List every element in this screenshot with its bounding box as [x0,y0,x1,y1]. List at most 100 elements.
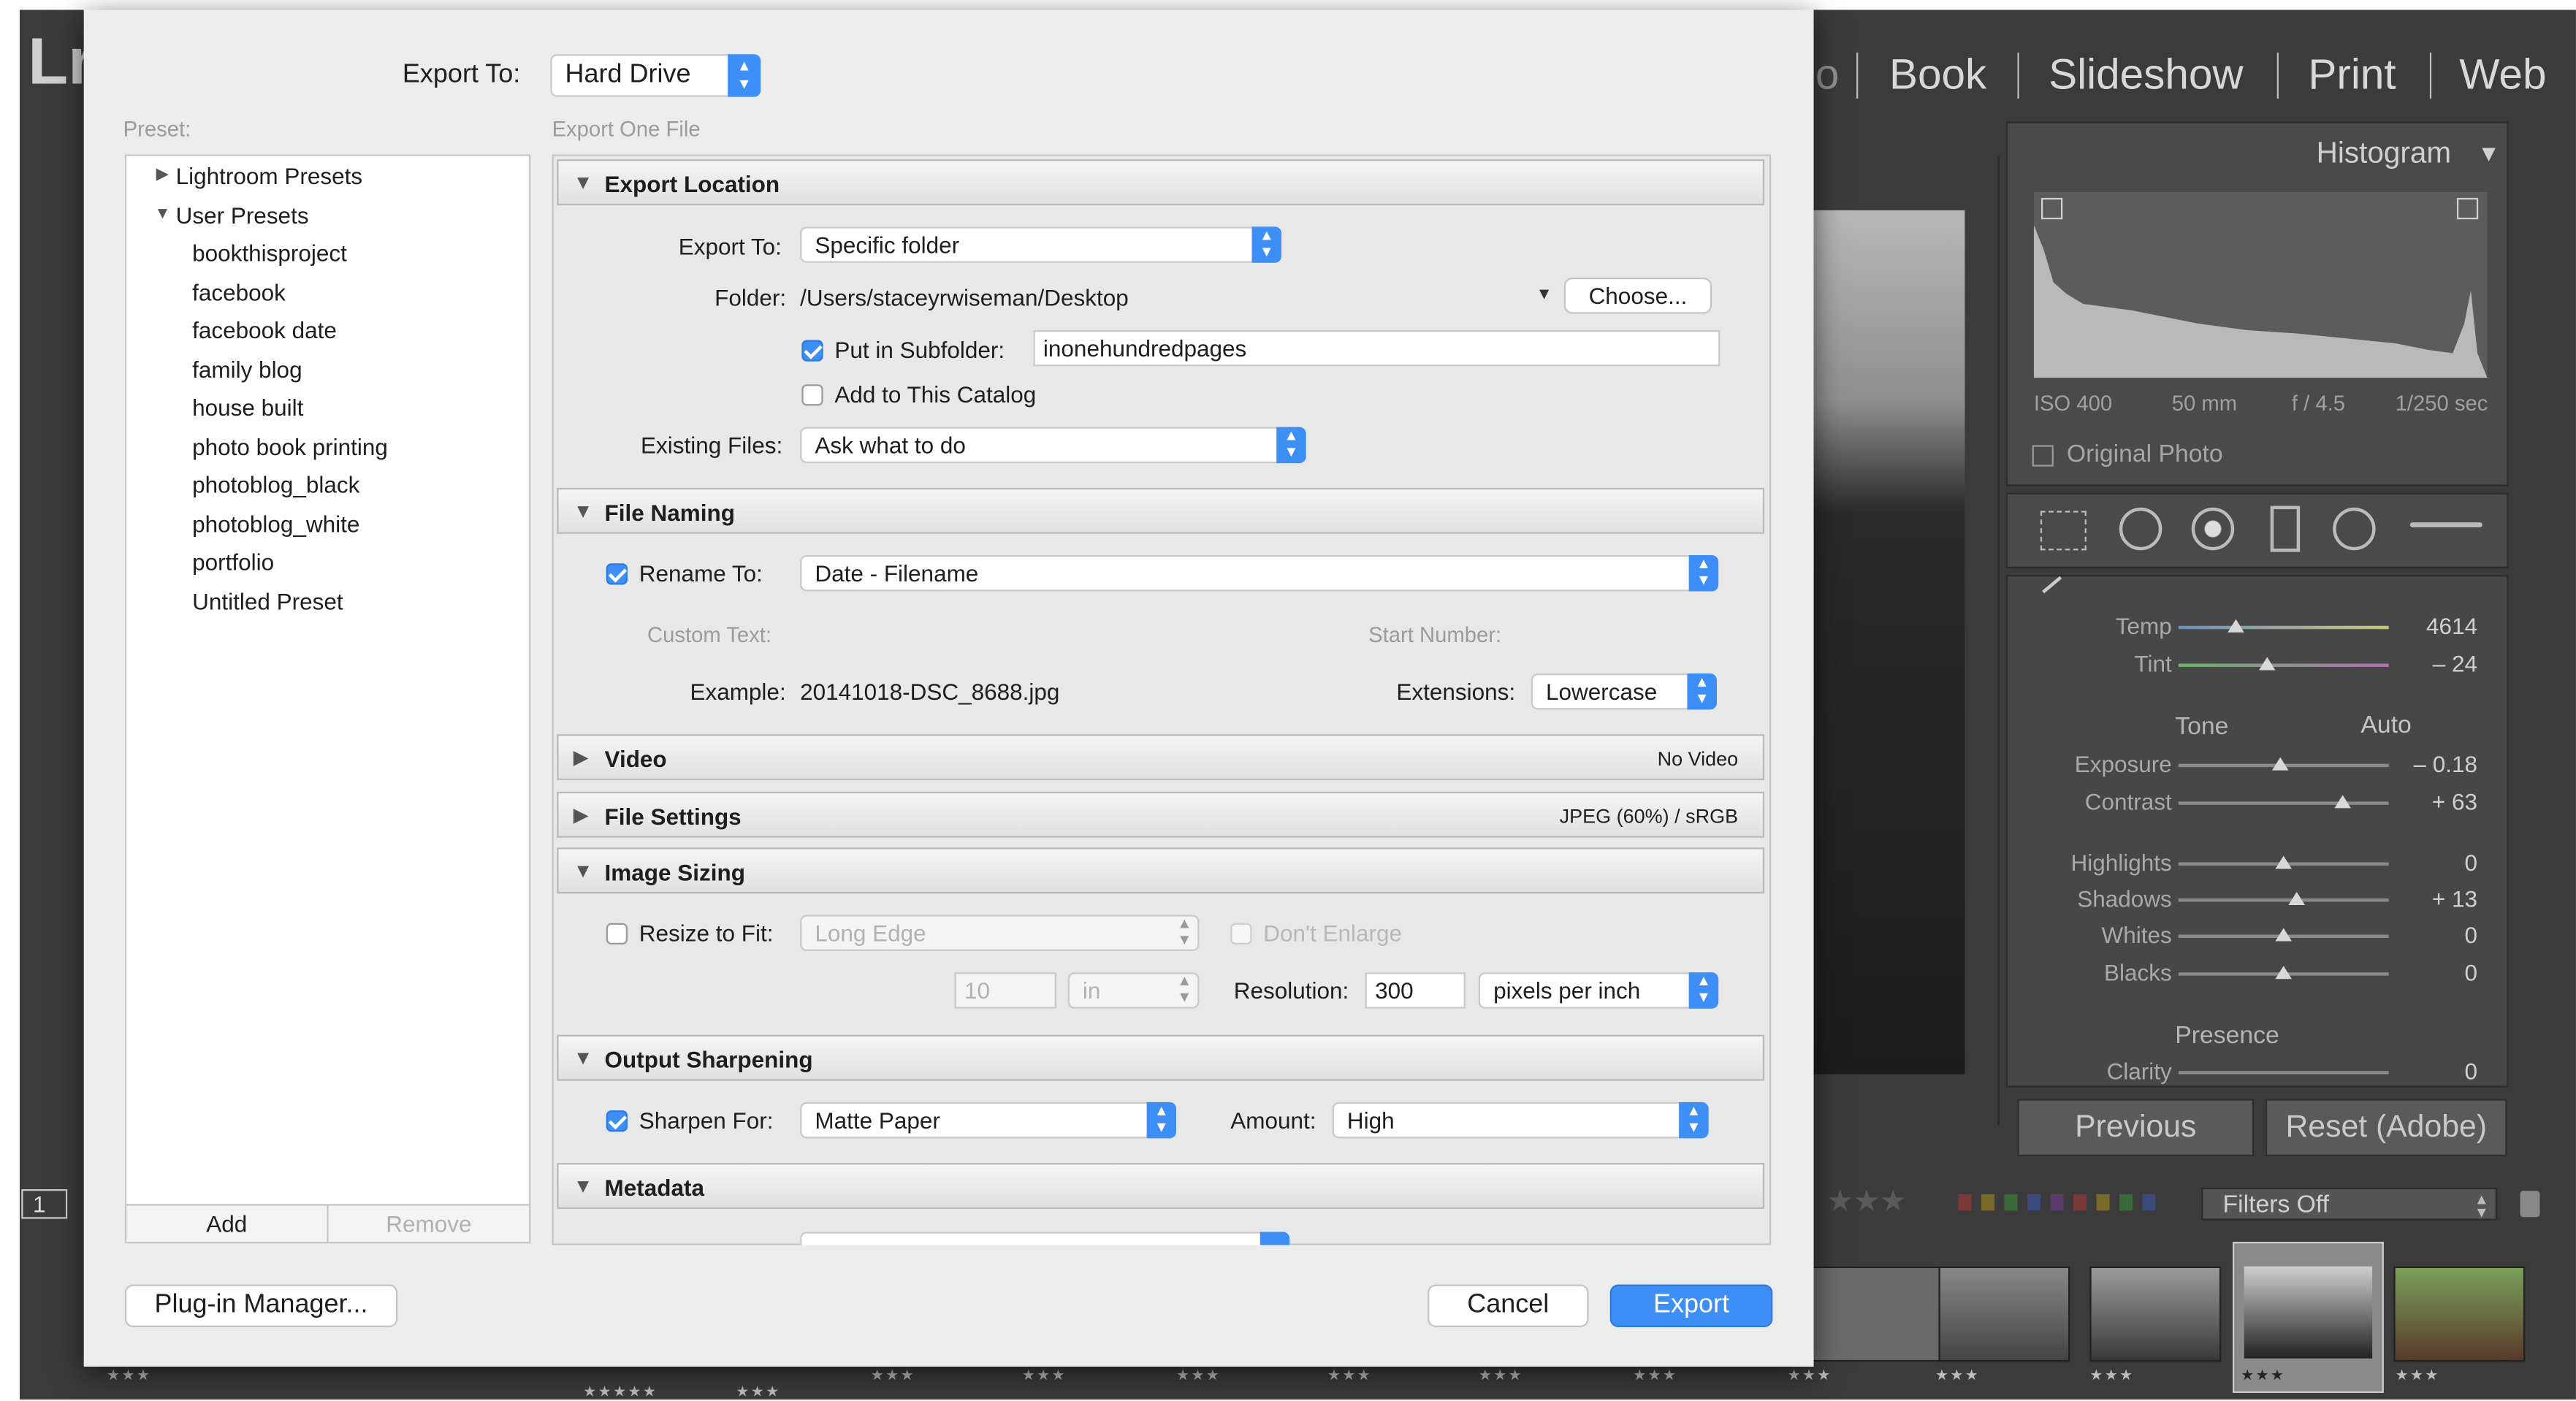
export-button[interactable]: Export [1609,1284,1773,1327]
disclosure-down-icon[interactable]: ▼ [154,205,170,224]
choose-folder-button[interactable]: Choose... [1563,278,1712,314]
plugin-manager-button[interactable]: Plug-in Manager... [124,1284,398,1327]
adjustment-brush-icon[interactable] [2409,522,2482,527]
location-export-to-popup[interactable]: Specific folder ▲ ▼ [800,226,1281,263]
preset-item[interactable]: portfolio [192,549,274,575]
shadows-slider[interactable] [2178,898,2389,902]
module-tab-book[interactable]: Book [1889,49,1986,100]
preset-item[interactable]: photoblog_black [192,471,359,497]
section-file-settings[interactable]: ▶ File Settings JPEG (60%) / sRGB [557,791,1765,838]
tint-value[interactable]: – 24 [2379,650,2477,676]
existing-files-popup[interactable]: Ask what to do ▲ ▼ [800,427,1306,464]
module-tab-print[interactable]: Print [2308,49,2396,100]
remove-preset-button[interactable]: Remove [327,1204,531,1244]
spot-removal-icon[interactable] [2119,507,2162,551]
module-tab-web[interactable]: Web [2459,49,2546,100]
resize-to-fit-checkbox[interactable] [606,923,628,945]
film-thumbnail[interactable] [1810,1266,1942,1362]
section-metadata[interactable]: ▼ Metadata [557,1163,1765,1210]
section-export-location[interactable]: ▼ Export Location [557,159,1765,206]
put-in-subfolder-checkbox[interactable] [801,340,823,362]
color-label-filter[interactable] [1958,1194,2156,1211]
section-output-sharpening[interactable]: ▼ Output Sharpening [557,1034,1765,1081]
red-eye-icon[interactable] [2191,507,2235,551]
module-tab-partial[interactable]: o [1815,49,1840,100]
preset-folder-lightroom[interactable]: Lightroom Presets [176,163,362,189]
filter-lock-icon[interactable] [2520,1191,2540,1218]
dont-enlarge-checkbox[interactable] [1230,923,1252,945]
resolution-input[interactable]: 300 [1365,972,1466,1009]
blacks-value[interactable]: 0 [2379,959,2478,985]
temp-knob[interactable] [2228,619,2244,633]
graduated-filter-icon[interactable] [2270,505,2301,552]
preset-item[interactable]: photoblog_white [192,511,359,537]
section-image-sizing[interactable]: ▼ Image Sizing [557,847,1765,894]
rating-filter-stars[interactable]: ★★★ [1827,1184,1907,1218]
section-video[interactable]: ▶ Video No Video [557,734,1765,781]
size-unit-popup[interactable]: in ▲ ▼ [1067,972,1200,1009]
contrast-slider[interactable] [2178,801,2389,805]
clarity-value[interactable]: 0 [2379,1058,2478,1084]
metadata-popup-partial[interactable] [800,1232,1290,1245]
tint-knob[interactable] [2258,657,2276,671]
reset-button[interactable]: Reset (Adobe) [2265,1099,2507,1157]
tint-slider[interactable] [2178,663,2389,667]
preset-item[interactable]: family blog [192,356,302,383]
film-thumbnail[interactable] [1938,1266,2070,1362]
crop-tool-icon[interactable] [2040,511,2087,551]
add-to-catalog-checkbox[interactable] [801,384,823,406]
exposure-value[interactable]: – 0.18 [2379,751,2477,777]
resolution-unit-popup[interactable]: pixels per inch ▲ ▼ [1478,972,1719,1009]
preset-item[interactable]: bookthisproject [192,240,347,266]
folder-history-dropdown-icon[interactable]: ▼ [1536,286,1552,304]
whites-value[interactable]: 0 [2379,922,2478,948]
resize-mode-popup[interactable]: Long Edge ▲ ▼ [800,915,1200,951]
disclosure-right-icon[interactable]: ▶ [156,166,169,184]
rename-to-popup[interactable]: Date - Filename ▲ ▼ [800,555,1719,592]
film-thumbnail[interactable] [2089,1266,2222,1362]
size-input[interactable]: 10 [954,972,1056,1009]
sharpen-for-popup[interactable]: Matte Paper ▲ ▼ [800,1102,1177,1139]
preset-item[interactable]: facebook date [192,317,337,343]
disclosure-down-icon: ▼ [573,170,593,194]
add-preset-button[interactable]: Add [124,1204,329,1244]
highlights-knob[interactable] [2275,855,2292,869]
export-to-popup[interactable]: Hard Drive ▲ ▼ [550,54,761,97]
filters-dropdown[interactable]: Filters Off ▲ ▼ [2201,1187,2498,1221]
radial-filter-icon[interactable] [2333,507,2376,551]
contrast-knob[interactable] [2334,795,2351,809]
eyedropper-icon[interactable] [2042,576,2062,594]
clarity-slider[interactable] [2178,1071,2389,1074]
preset-item[interactable]: photo book printing [192,434,388,460]
preset-item[interactable]: Untitled Preset [192,588,343,614]
extensions-popup[interactable]: Lowercase ▲ ▼ [1531,673,1717,710]
preset-item[interactable]: house built [192,394,303,421]
temp-value[interactable]: 4614 [2379,613,2477,639]
auto-button[interactable]: Auto [2360,711,2411,739]
blacks-knob[interactable] [2275,966,2292,980]
cancel-button[interactable]: Cancel [1428,1284,1589,1327]
location-export-to-value: Specific folder [815,232,960,259]
highlights-value[interactable]: 0 [2379,850,2478,876]
whites-knob[interactable] [2275,928,2292,942]
disclosure-right-icon: ▶ [573,745,589,769]
section-file-naming[interactable]: ▼ File Naming [557,487,1765,534]
histogram-title[interactable]: Histogram [2317,137,2451,171]
subfolder-input[interactable]: inonehundredpages [1033,329,1720,367]
previous-button[interactable]: Previous [2017,1099,2255,1157]
section-title: File Naming [604,499,735,526]
chevron-down-icon[interactable]: ▼ [2477,140,2500,166]
temp-slider[interactable] [2178,625,2389,630]
sharpen-for-checkbox[interactable] [606,1110,628,1132]
shadows-value[interactable]: + 13 [2379,885,2477,912]
contrast-value[interactable]: + 63 [2379,788,2477,814]
original-photo-checkbox[interactable] [2032,445,2054,467]
exposure-knob[interactable] [2271,757,2289,771]
preset-item[interactable]: facebook [192,279,286,305]
film-thumbnail[interactable] [2393,1266,2526,1362]
amount-popup[interactable]: High ▲ ▼ [1332,1102,1709,1139]
rename-to-checkbox[interactable] [606,563,628,585]
module-tab-slideshow[interactable]: Slideshow [2049,49,2244,100]
preset-folder-user[interactable]: User Presets [176,202,309,229]
shadows-knob[interactable] [2288,892,2305,906]
